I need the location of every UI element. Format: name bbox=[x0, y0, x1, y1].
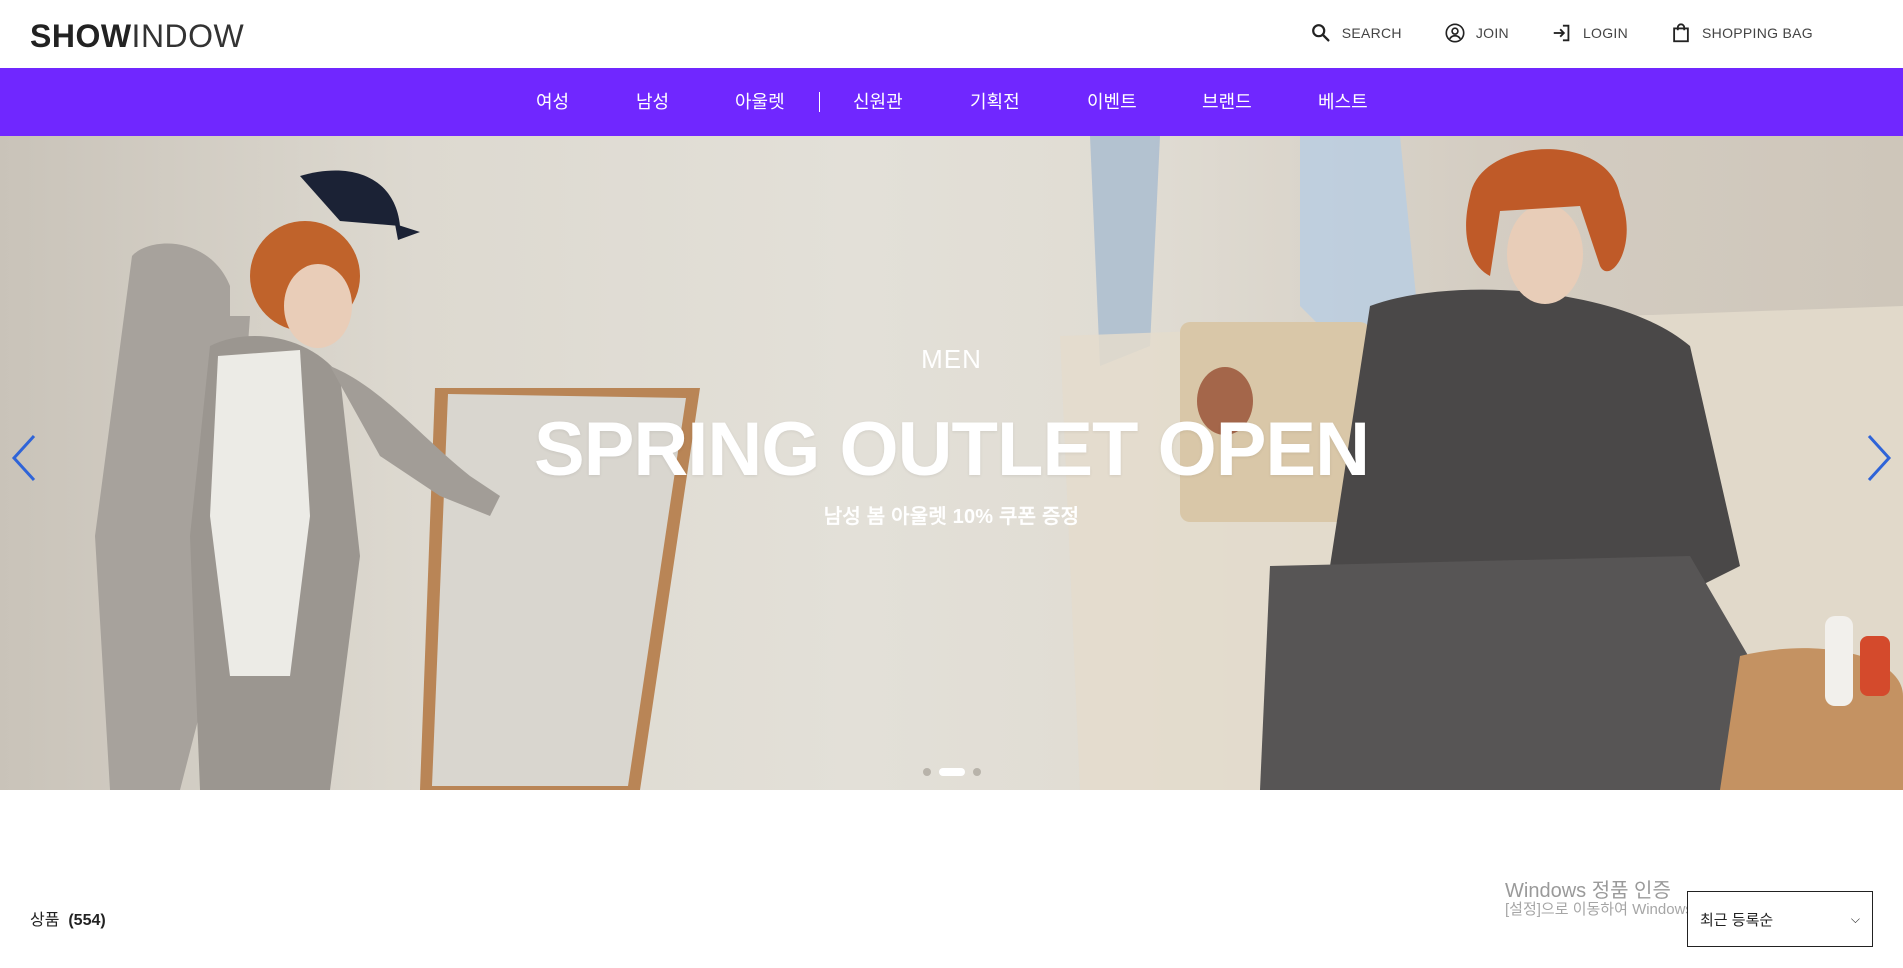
hero-subtitle: 남성 봄 아울렛 10% 쿠폰 증정 bbox=[823, 506, 1080, 528]
shopping-bag-icon bbox=[1673, 23, 1689, 43]
nav-item-women[interactable]: 여성 bbox=[536, 90, 569, 114]
nav-item-best[interactable]: 베스트 bbox=[1318, 90, 1368, 114]
utility-menu: SEARCH JOIN LOGIN SHOPPING BAG bbox=[1268, 22, 1813, 44]
nav-item-men[interactable]: 남성 bbox=[636, 90, 669, 114]
slider-pagination bbox=[0, 768, 1903, 776]
logo-thin-text: INDOW bbox=[131, 18, 245, 54]
product-count-label: 상품 bbox=[30, 912, 60, 929]
login-icon bbox=[1553, 24, 1570, 42]
login-label: LOGIN bbox=[1582, 25, 1629, 41]
chevron-left-icon bbox=[11, 434, 36, 482]
login-link[interactable]: LOGIN bbox=[1551, 22, 1628, 44]
user-circle-icon bbox=[1445, 23, 1465, 43]
nav-item-exhibition[interactable]: 기획전 bbox=[970, 90, 1020, 114]
main-navigation: 여성 남성 아울렛 신원관 기획전 이벤트 브랜드 베스트 bbox=[0, 68, 1903, 136]
sort-select[interactable]: 최근 등록순 ⌵ bbox=[1687, 891, 1873, 947]
logo-bold-text: SHOW bbox=[30, 18, 132, 54]
hero-title: SPRING OUTLET OPEN bbox=[534, 407, 1370, 492]
hero-category: MEN bbox=[921, 344, 982, 374]
search-link[interactable]: SEARCH bbox=[1310, 22, 1402, 44]
slider-dot-3[interactable] bbox=[972, 768, 981, 776]
shopping-bag-link[interactable]: SHOPPING BAG bbox=[1670, 22, 1813, 44]
nav-item-shinwon[interactable]: 신원관 bbox=[853, 90, 903, 114]
join-link[interactable]: JOIN bbox=[1444, 22, 1509, 44]
nav-item-outlet[interactable]: 아울렛 bbox=[735, 90, 785, 114]
search-label: SEARCH bbox=[1341, 25, 1402, 41]
shopping-bag-label: SHOPPING BAG bbox=[1702, 25, 1813, 41]
slider-next-button[interactable] bbox=[1859, 428, 1899, 488]
hero-banner[interactable]: MEN SPRING OUTLET OPEN 남성 봄 아울렛 10% 쿠폰 증… bbox=[0, 136, 1903, 790]
chevron-right-icon bbox=[1867, 434, 1892, 482]
join-label: JOIN bbox=[1475, 25, 1509, 41]
nav-item-brand[interactable]: 브랜드 bbox=[1202, 90, 1252, 114]
nav-item-event[interactable]: 이벤트 bbox=[1087, 90, 1137, 114]
product-count: 상품 (554) bbox=[30, 906, 106, 930]
nav-divider bbox=[819, 92, 820, 112]
product-count-value: (554) bbox=[68, 912, 106, 929]
site-header: SHOWINDOW SEARCH JOIN LOGIN SHOPPING BAG bbox=[0, 0, 1903, 68]
site-logo[interactable]: SHOWINDOW bbox=[30, 18, 244, 54]
sort-selected-value: 최근 등록순 bbox=[1700, 911, 1774, 929]
slider-prev-button[interactable] bbox=[4, 428, 44, 488]
search-icon bbox=[1311, 24, 1330, 42]
slider-dot-1[interactable] bbox=[922, 768, 931, 776]
chevron-down-icon: ⌵ bbox=[1850, 911, 1860, 926]
slider-dot-2[interactable] bbox=[938, 768, 965, 776]
